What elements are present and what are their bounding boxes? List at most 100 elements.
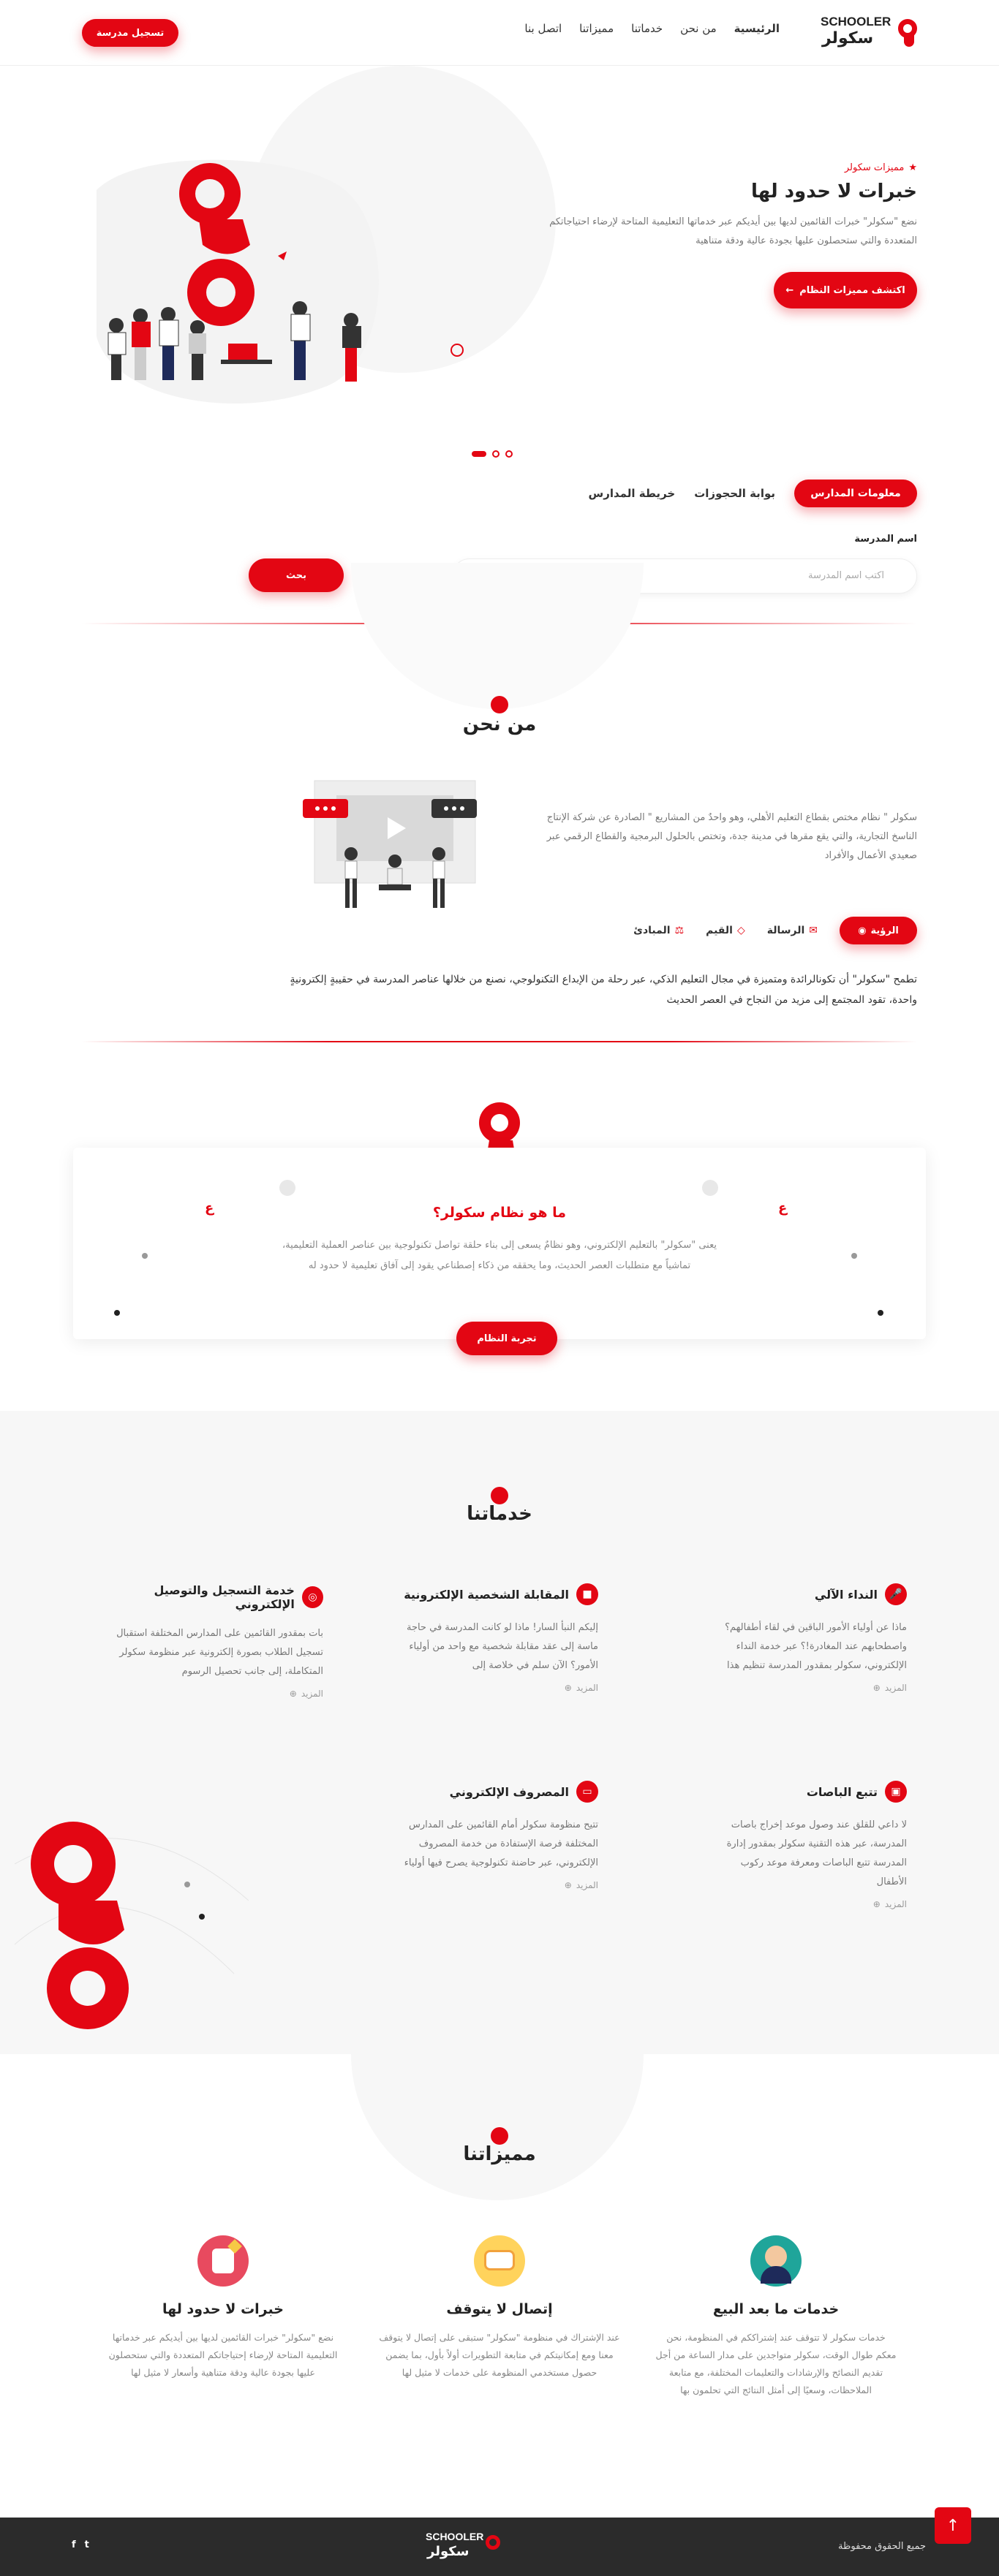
more-link[interactable]: المزيد ⊕ <box>97 1689 323 1699</box>
service-card[interactable]: ■ المقابلة الشخصية الإلكترونية إليكم الن… <box>401 1583 598 1693</box>
bus-icon: ▣ <box>885 1781 907 1803</box>
features-logo-icon <box>491 2127 508 2145</box>
feature-title: خدمات ما بعد البيع <box>712 2301 840 2317</box>
chat-bubble-icon <box>474 2235 525 2287</box>
footer-logo-mark <box>486 2535 500 2550</box>
service-title: تتبع الباصات <box>806 1784 878 1799</box>
system-paragraph: يعنى "سكولر" بالتعليم الإلكتروني، وهو نظ… <box>282 1240 717 1271</box>
school-name-placeholder: اكتب اسم المدرسة <box>808 570 884 581</box>
register-school-button[interactable]: تسجيل مدرسة <box>82 19 178 47</box>
hero-paragraph: نضع "سكولر" خبرات القائمين لديها بين أيد… <box>549 216 917 246</box>
site-footer: جميع الحقوق محفوظة SCHOOLER سكولر f t ↑ <box>0 2507 999 2576</box>
about-divider <box>82 1041 917 1042</box>
tab-values[interactable]: ◇ القيم <box>706 925 745 936</box>
service-card[interactable]: ▣ تتبع الباصات لا داعي للقلق عند وصول مو… <box>709 1781 907 1909</box>
feature-text: عند الإشتراك في منظومة "سكولر" ستبقى على… <box>379 2332 620 2378</box>
about-bg-circle <box>351 563 644 709</box>
service-title: النداء الآلي <box>814 1587 878 1602</box>
decor-dot <box>142 1253 148 1259</box>
services-decor-logo <box>14 1754 249 2054</box>
services-title: خدماتنا <box>467 1503 532 1525</box>
main-nav: الرئيسية من نحن خدماتنا مميزاتنا اتصل بن… <box>524 22 780 35</box>
social-links: f t <box>72 2539 89 2550</box>
tab-bookings-portal[interactable]: بوابة الحجوزات <box>694 487 775 500</box>
discover-features-button[interactable]: اكتشف مميزات النظام ← <box>774 272 917 308</box>
envelope-icon: ✉ <box>809 925 818 936</box>
star-icon: ★ <box>908 162 917 173</box>
carousel-dot-active[interactable] <box>472 451 486 457</box>
video-icon: ■ <box>576 1583 598 1605</box>
feature-text: خدمات سكولر لا تتوقف عند إشتراككم في الم… <box>655 2332 897 2395</box>
system-card: ع ع ما هو نظام سكولر؟ يعنى "سكولر" بالتع… <box>73 1148 926 1339</box>
carousel-dots <box>472 450 513 458</box>
about-paragraph: سكولر " نظام مختص بقطاع التعليم الأهلي، … <box>546 812 917 861</box>
about-logo-icon <box>491 696 508 713</box>
arrow-up-icon: ↑ <box>946 2516 960 2535</box>
brand-latin: SCHOOLER <box>821 15 891 29</box>
service-text: تتيح منظومة سكولر أمام القائمين على المد… <box>404 1819 598 1868</box>
tab-mission[interactable]: ✉ الرسالة <box>767 925 818 936</box>
service-card[interactable]: ◎ خدمة التسجيل والتوصيل الإلكتروني بات ب… <box>97 1583 323 1699</box>
brand-logo[interactable]: SCHOOLER سكولر <box>818 13 920 53</box>
more-link[interactable]: المزيد ⊕ <box>401 1880 598 1890</box>
hero-eyebrow: ★ مميزات سكولر <box>844 162 917 173</box>
feature-text: نضع "سكولر" خبرات القائمين لديها بين أيد… <box>108 2332 338 2378</box>
feature-card: إتصال لا يتوقف عند الإشتراك في منظومة "س… <box>379 2235 620 2382</box>
facebook-icon[interactable]: f <box>72 2539 76 2550</box>
feature-card: خدمات ما بعد البيع خدمات سكولر لا تتوقف … <box>655 2235 897 2399</box>
scale-icon: ⚖ <box>674 925 685 936</box>
service-text: ماذا عن أولياء الأمور الباقين في لقاء أط… <box>725 1622 907 1671</box>
more-link[interactable]: المزيد ⊕ <box>401 1683 598 1693</box>
nav-services[interactable]: خدماتنا <box>631 22 663 35</box>
try-system-button[interactable]: تجربة النظام <box>456 1322 557 1355</box>
scroll-top-button[interactable]: ↑ <box>935 2507 971 2544</box>
service-title: خدمة التسجيل والتوصيل الإلكتروني <box>154 1583 295 1611</box>
thumbs-up-icon <box>197 2235 249 2287</box>
feature-title: إتصال لا يتوقف <box>446 2301 553 2317</box>
diamond-icon: ◇ <box>736 925 745 936</box>
carousel-dot[interactable] <box>505 450 513 458</box>
nav-home[interactable]: الرئيسية <box>734 22 780 35</box>
features-title: مميزاتنا <box>463 2143 536 2165</box>
plus-circle-icon: ⊕ <box>872 1899 881 1909</box>
service-text: لا داعي للقلق عند وصول موعد إخراج باصات … <box>726 1819 907 1887</box>
services-logo-icon <box>491 1487 508 1504</box>
search-label: اسم المدرسة <box>854 534 917 545</box>
hero-bullet <box>451 344 464 357</box>
twitter-icon[interactable]: t <box>85 2539 89 2550</box>
decor-dot <box>279 1180 295 1196</box>
service-text: بات بمقدور القائمين على المدارس المختلفة… <box>116 1628 323 1677</box>
plus-circle-icon: ⊕ <box>564 1683 572 1693</box>
hero-text: ★ مميزات سكولر خبرات لا حدود لها نضع "سك… <box>537 162 917 251</box>
copyright-text: جميع الحقوق محفوظة <box>838 2541 926 2552</box>
tab-schools-map[interactable]: خريطة المدارس <box>589 487 676 500</box>
service-text: إليكم النبأ السار! ماذا لو كانت المدرسة … <box>406 1622 598 1671</box>
tab-vision[interactable]: الرؤية ◉ <box>840 917 917 944</box>
site-header: SCHOOLER سكولر الرئيسية من نحن خدماتنا م… <box>0 0 999 66</box>
carousel-dot[interactable] <box>492 450 499 458</box>
tab-principles[interactable]: ⚖ المبادئ <box>633 925 684 936</box>
microphone-icon: 🎤 <box>885 1583 907 1605</box>
system-title: ما هو نظام سكولر؟ <box>432 1205 567 1221</box>
arrow-left-icon: ← <box>785 284 794 296</box>
plus-circle-icon: ⊕ <box>289 1689 297 1699</box>
more-link[interactable]: المزيد ⊕ <box>709 1899 907 1909</box>
search-button[interactable]: بحث <box>249 558 344 592</box>
plus-circle-icon: ⊕ <box>564 1880 572 1890</box>
service-card[interactable]: 🎤 النداء الآلي ماذا عن أولياء الأمور الب… <box>709 1583 907 1693</box>
footer-brand-latin: SCHOOLER <box>426 2531 484 2542</box>
feature-card: خبرات لا حدود لها نضع "سكولر" خبرات القا… <box>102 2235 344 2382</box>
card-icon: ▭ <box>576 1781 598 1803</box>
target-icon: ◎ <box>301 1586 323 1608</box>
about-tabs: الرؤية ◉ ✉ الرسالة ◇ القيم ⚖ المبادئ <box>633 917 917 944</box>
nav-features[interactable]: مميزاتنا <box>579 22 614 35</box>
decor-dot <box>702 1180 718 1196</box>
about-title: من نحن <box>462 713 537 735</box>
more-link[interactable]: المزيد ⊕ <box>709 1683 907 1693</box>
footer-logo[interactable]: SCHOOLER سكولر <box>421 2525 502 2564</box>
service-title: المصروف الإلكتروني <box>449 1784 569 1799</box>
nav-about[interactable]: من نحن <box>680 22 717 35</box>
tab-schools-info[interactable]: معلومات المدارس <box>794 480 917 507</box>
nav-contact[interactable]: اتصل بنا <box>524 22 562 35</box>
service-card[interactable]: ▭ المصروف الإلكتروني تتيح منظومة سكولر أ… <box>401 1781 598 1890</box>
